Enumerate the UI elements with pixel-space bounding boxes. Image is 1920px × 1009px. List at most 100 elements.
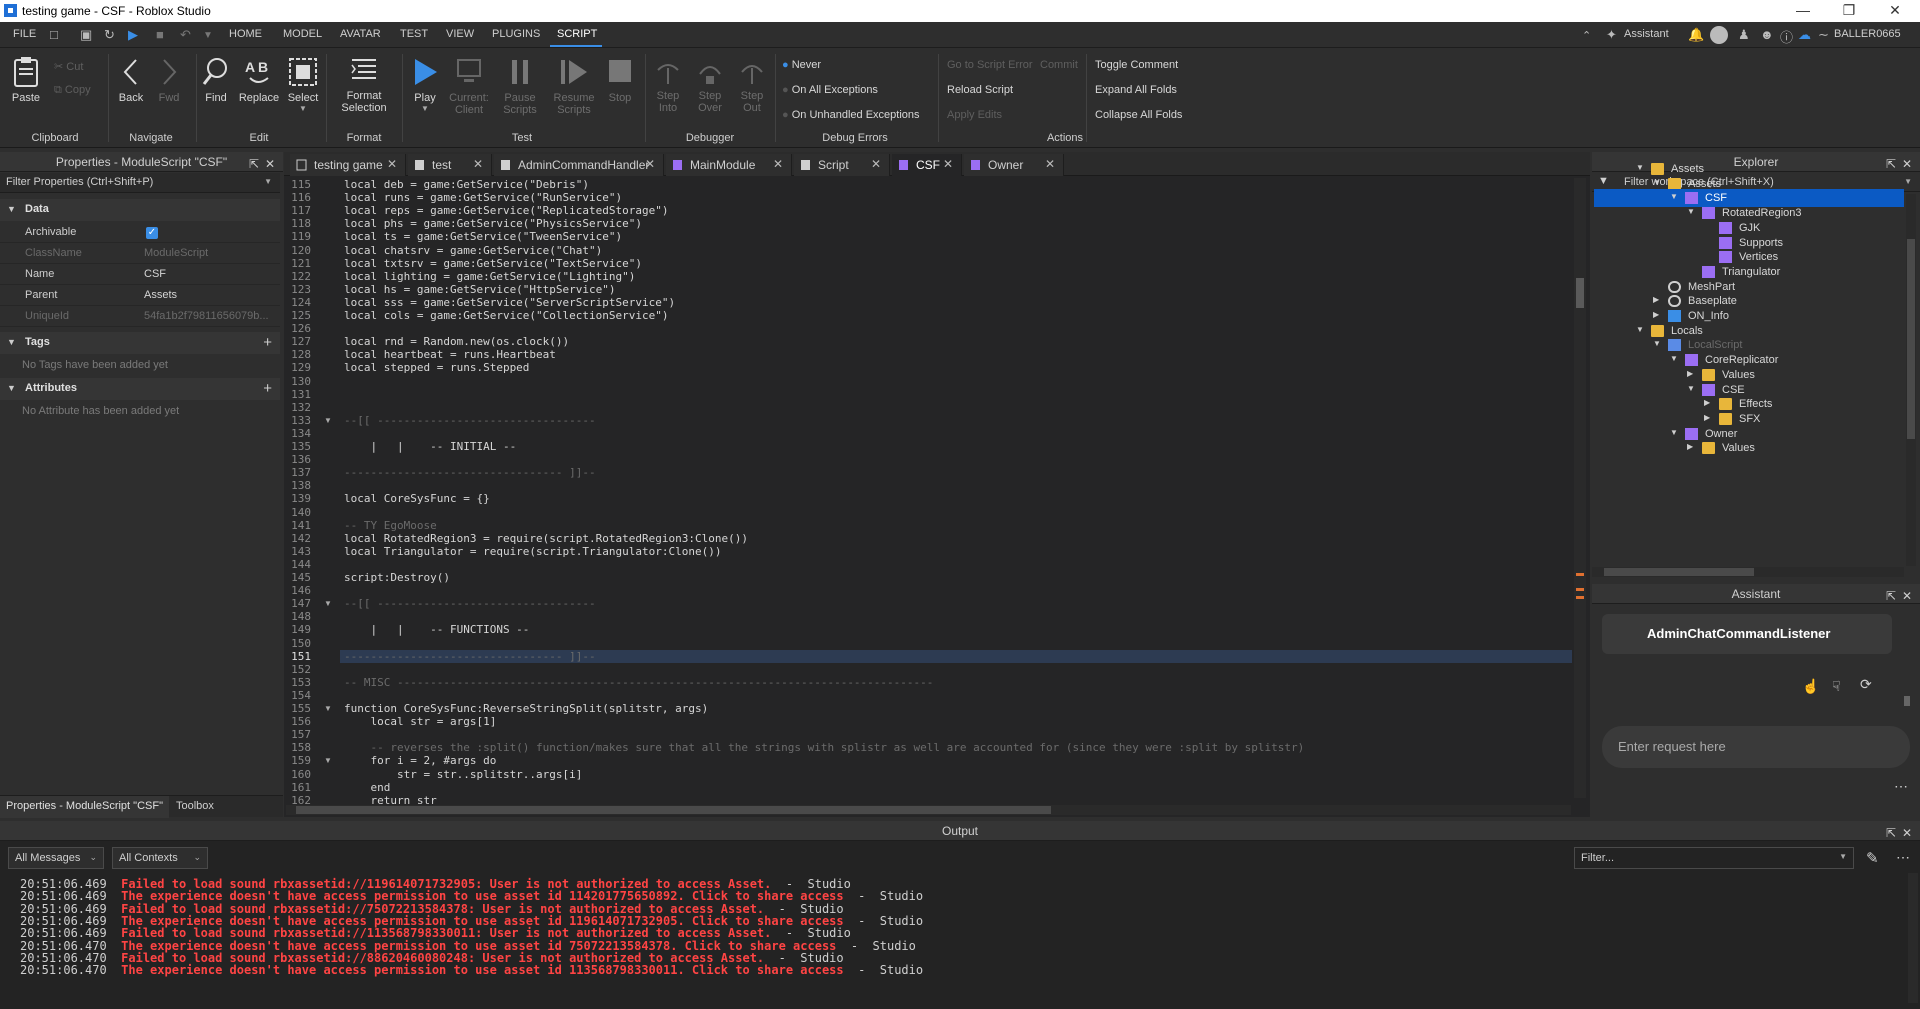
step-into-button[interactable]: Step Into bbox=[650, 58, 686, 114]
chevron-down-icon[interactable]: ▼ bbox=[1670, 354, 1678, 363]
chevron-down-icon[interactable]: ▼ bbox=[1653, 178, 1661, 187]
add-friend-icon[interactable]: ♟ bbox=[1738, 27, 1750, 43]
toggle-comment-button[interactable]: Toggle Comment bbox=[1095, 59, 1178, 71]
output-line[interactable]: 20:51:06.470 The experience doesn't have… bbox=[20, 963, 923, 977]
expand-all-folds-button[interactable]: Expand All Folds bbox=[1095, 84, 1177, 96]
chevron-right-icon[interactable]: ▶ bbox=[1704, 413, 1710, 422]
forward-button[interactable]: Fwd bbox=[154, 56, 184, 104]
chevron-right-icon[interactable]: ▶ bbox=[1653, 295, 1659, 304]
replace-button[interactable]: AB Replace bbox=[237, 56, 281, 104]
stop-quick-icon[interactable]: ■ bbox=[156, 27, 164, 42]
assistant-scrollbar-thumb[interactable] bbox=[1904, 696, 1910, 706]
chevron-right-icon[interactable]: ▶ bbox=[1687, 369, 1693, 378]
output-vertical-scrollbar[interactable] bbox=[1908, 873, 1918, 1003]
chevron-down-icon[interactable]: ▼ bbox=[1636, 163, 1644, 172]
code-line[interactable]: local reps = game:GetService("Replicated… bbox=[344, 204, 669, 217]
go-to-script-error-button[interactable]: Go to Script Error bbox=[947, 59, 1033, 71]
menu-script[interactable]: SCRIPT bbox=[557, 28, 597, 40]
menu-view[interactable]: VIEW bbox=[446, 28, 474, 40]
reload-script-button[interactable]: Reload Script bbox=[947, 84, 1013, 96]
debug-never-radio[interactable]: ● Never bbox=[782, 59, 821, 71]
close-icon[interactable]: ✕ bbox=[387, 157, 397, 171]
chevron-right-icon[interactable]: ▶ bbox=[1653, 310, 1659, 319]
fold-toggle-icon[interactable]: ▼ bbox=[324, 756, 332, 765]
more-options-icon[interactable]: ⋯ bbox=[1894, 778, 1908, 795]
cut-button[interactable]: ✂ Cut bbox=[54, 60, 83, 73]
assistant-button[interactable]: Assistant bbox=[1624, 28, 1669, 40]
people-icon[interactable]: ☻ bbox=[1760, 27, 1774, 42]
code-line[interactable]: local sss = game:GetService("ServerScrip… bbox=[344, 296, 675, 309]
apply-edits-button[interactable]: Apply Edits bbox=[947, 109, 1002, 121]
code-line[interactable]: local chatsrv = game:GetService("Chat") bbox=[344, 244, 602, 257]
code-line[interactable]: str = str..splitstr..args[i] bbox=[344, 768, 582, 781]
chevron-down-icon[interactable]: ▼ bbox=[1687, 384, 1695, 393]
close-icon[interactable]: ✕ bbox=[265, 154, 275, 174]
code-line[interactable]: local hs = game:GetService("HttpService"… bbox=[344, 283, 616, 296]
new-file-icon[interactable]: □ bbox=[50, 27, 58, 42]
cloud-icon[interactable]: ☁ bbox=[1798, 27, 1811, 43]
code-line[interactable]: script:Destroy() bbox=[344, 571, 450, 584]
code-line[interactable]: local runs = game:GetService("RunService… bbox=[344, 191, 622, 204]
code-line[interactable]: local heartbeat = runs.Heartbeat bbox=[344, 348, 556, 361]
code-line[interactable]: local phs = game:GetService("PhysicsServ… bbox=[344, 217, 642, 230]
add-tag-icon[interactable]: + bbox=[263, 334, 272, 351]
code-line[interactable]: local rnd = Random.new(os.clock()) bbox=[344, 335, 569, 348]
explorer-horizontal-scrollbar[interactable] bbox=[1592, 567, 1904, 577]
share-icon[interactable]: ∼ bbox=[1818, 27, 1829, 43]
tab-owner[interactable]: Owner ✕ bbox=[964, 154, 1064, 176]
regenerate-icon[interactable]: ⟳ bbox=[1860, 676, 1872, 693]
copy-button[interactable]: ⧉ Copy bbox=[54, 84, 91, 97]
code-line[interactable]: local RotatedRegion3 = require(script.Ro… bbox=[344, 532, 748, 545]
clear-output-icon[interactable]: ✎ bbox=[1866, 849, 1879, 867]
data-section-header[interactable]: ▼ Data bbox=[0, 199, 280, 221]
code-line[interactable]: | | -- INITIAL -- bbox=[344, 440, 516, 453]
code-line[interactable]: local ts = game:GetService("TweenService… bbox=[344, 230, 622, 243]
chevron-up-icon[interactable]: ⌃ bbox=[1582, 29, 1591, 42]
fold-toggle-icon[interactable]: ▼ bbox=[324, 704, 332, 713]
code-line[interactable]: local CoreSysFunc = {} bbox=[344, 492, 490, 505]
help-icon[interactable]: ⓘ bbox=[1780, 27, 1793, 46]
code-line[interactable]: local lighting = game:GetService("Lighti… bbox=[344, 270, 635, 283]
thumbs-down-icon[interactable]: ☟ bbox=[1832, 678, 1841, 695]
editor-vertical-scrollbar[interactable] bbox=[1574, 178, 1586, 798]
code-line[interactable]: -- TY EgoMoose bbox=[344, 519, 437, 532]
chevron-down-icon[interactable]: ▼ bbox=[1670, 192, 1678, 201]
close-icon[interactable]: ✕ bbox=[943, 157, 953, 171]
code-line[interactable]: local Triangulator = require(script.Tria… bbox=[344, 545, 722, 558]
chevron-down-icon[interactable]: ▼ bbox=[1653, 339, 1661, 348]
assistant-icon[interactable]: ✦ bbox=[1606, 27, 1617, 43]
chevron-right-icon[interactable]: ▶ bbox=[1704, 398, 1710, 407]
avatar[interactable] bbox=[1710, 26, 1728, 44]
chevron-down-icon[interactable]: ▼ bbox=[1687, 207, 1695, 216]
code-line[interactable]: local stepped = runs.Stepped bbox=[344, 361, 529, 374]
tab-script[interactable]: Script ✕ bbox=[794, 154, 890, 176]
chevron-down-icon[interactable]: ▼ bbox=[1636, 325, 1644, 334]
properties-filter-input[interactable]: Filter Properties (Ctrl+Shift+P) ▼ bbox=[0, 173, 280, 193]
scrollbar-thumb[interactable] bbox=[1604, 568, 1754, 576]
code-line[interactable]: | | -- FUNCTIONS -- bbox=[344, 623, 529, 636]
username-label[interactable]: BALLER0665 bbox=[1834, 28, 1901, 40]
menu-file[interactable]: FILE bbox=[13, 28, 36, 40]
menu-avatar[interactable]: AVATAR bbox=[340, 28, 381, 40]
close-icon[interactable]: ✕ bbox=[1045, 157, 1055, 171]
play-button[interactable]: Play ▼ bbox=[408, 56, 442, 113]
step-over-button[interactable]: Step Over bbox=[692, 58, 728, 114]
prop-row-name[interactable]: Name CSF bbox=[0, 264, 280, 285]
code-line[interactable]: end bbox=[344, 781, 390, 794]
code-line[interactable]: local str = args[1] bbox=[344, 715, 496, 728]
save-icon[interactable]: ▣ bbox=[80, 27, 92, 43]
debug-on-all-radio[interactable]: ● On All Exceptions bbox=[782, 84, 878, 96]
menu-test[interactable]: TEST bbox=[400, 28, 428, 40]
commit-button[interactable]: Commit bbox=[1040, 59, 1078, 71]
redo-icon[interactable]: ↻ bbox=[104, 27, 115, 43]
close-icon[interactable]: ✕ bbox=[473, 157, 483, 171]
find-button[interactable]: Find bbox=[200, 56, 232, 104]
code-line[interactable]: --------------------------------- ]]-- bbox=[344, 466, 596, 479]
collapse-all-folds-button[interactable]: Collapse All Folds bbox=[1095, 109, 1182, 121]
maximize-button[interactable]: ❐ bbox=[1826, 0, 1872, 22]
chevron-down-icon[interactable]: ▼ bbox=[1904, 177, 1912, 186]
scrollbar-thumb[interactable] bbox=[296, 806, 1051, 814]
play-quick-icon[interactable]: ▶ bbox=[128, 27, 138, 43]
undo-icon[interactable]: ↶ bbox=[180, 27, 191, 43]
prop-value[interactable]: CSF bbox=[144, 268, 166, 280]
